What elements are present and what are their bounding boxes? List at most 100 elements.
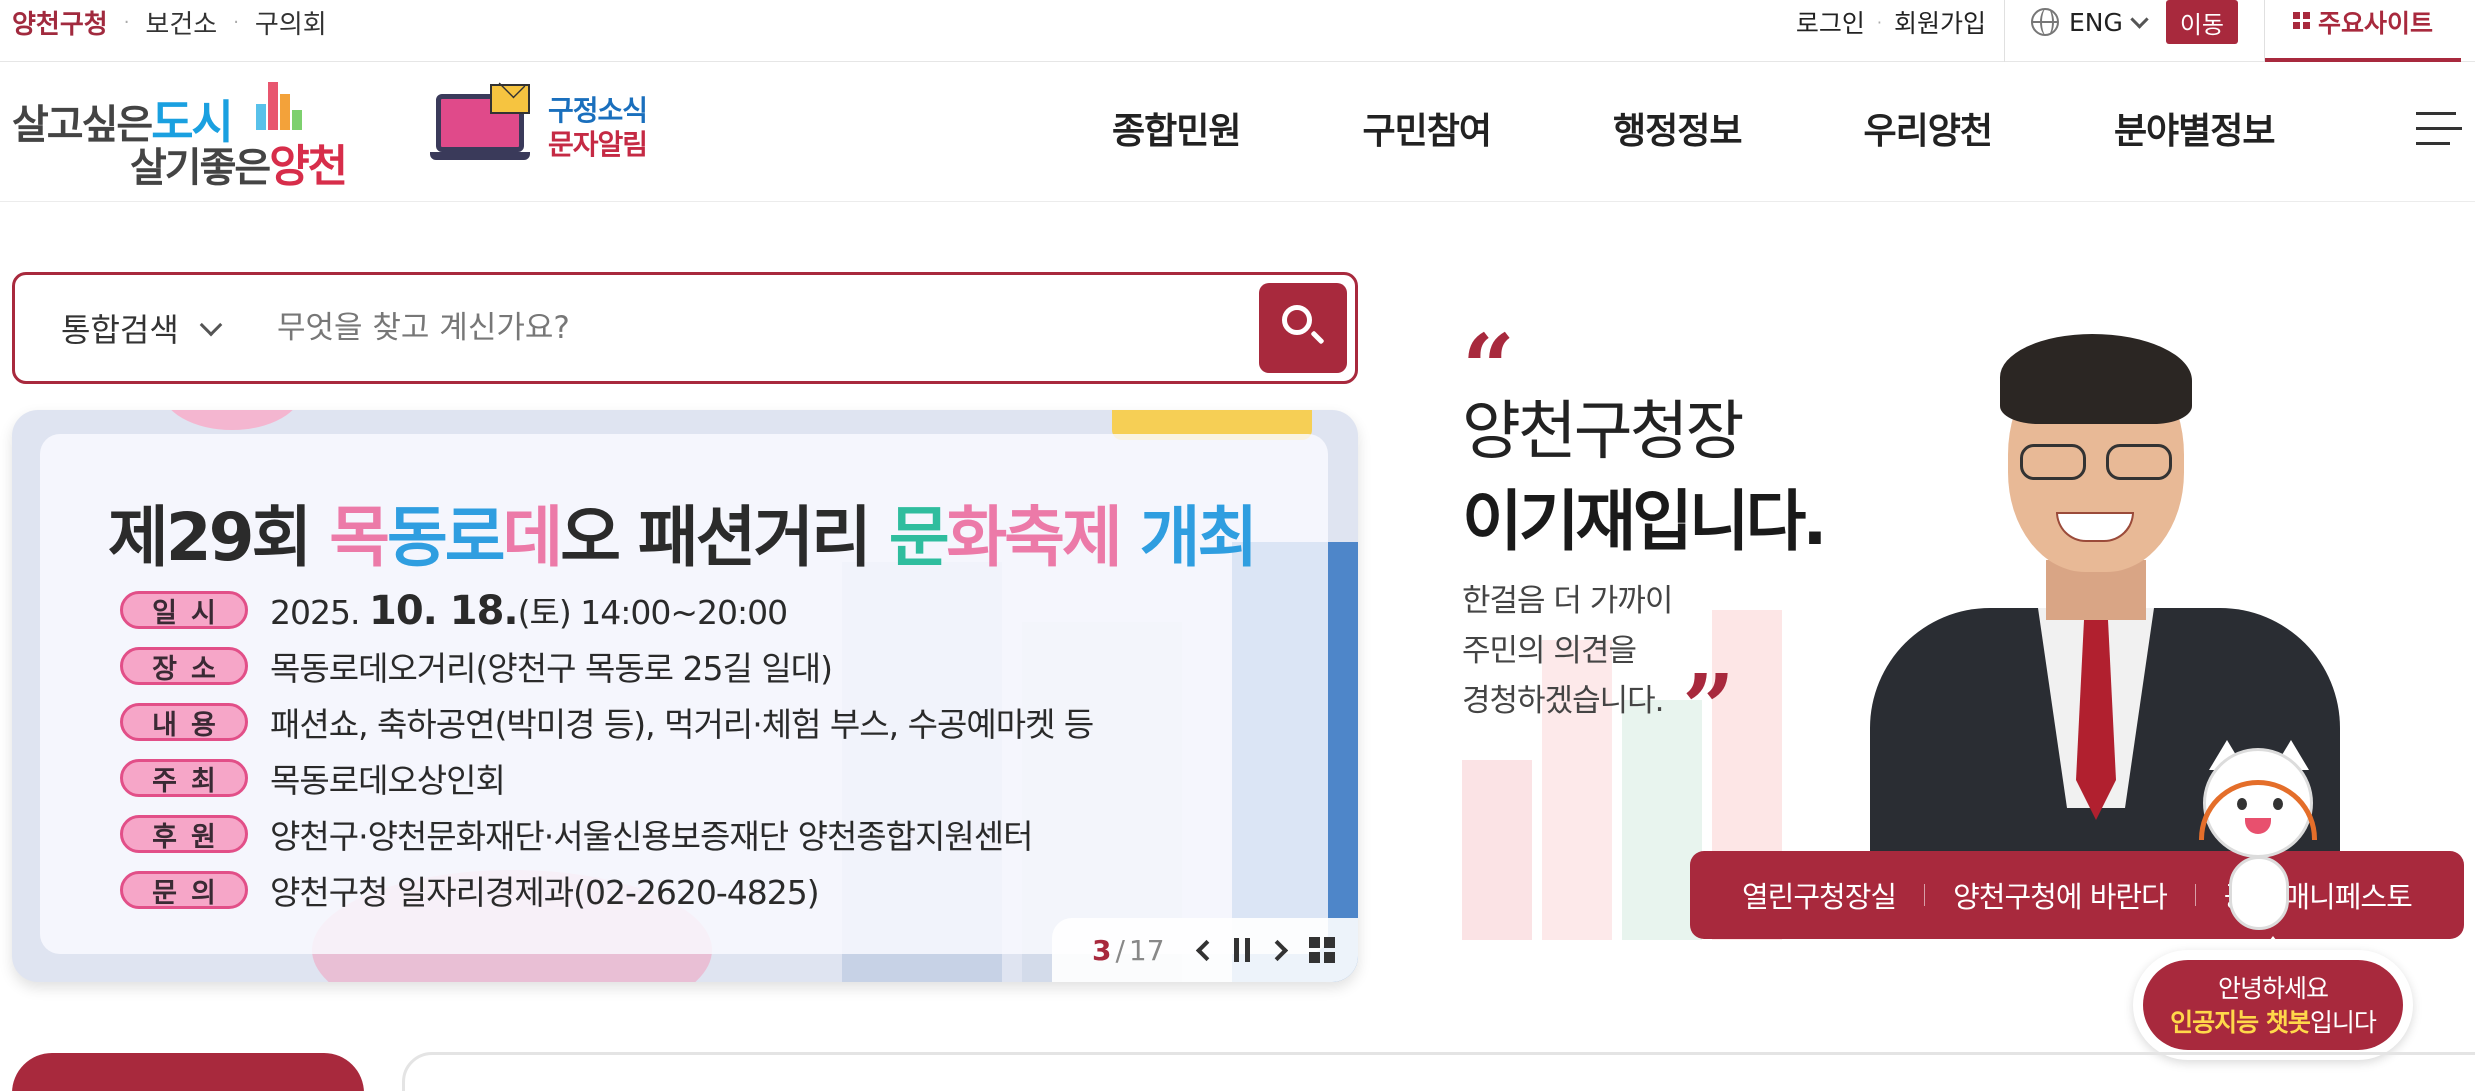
menu-icon[interactable] <box>2416 110 2462 146</box>
chatbot-greeting: 안녕하세요 <box>2217 974 2329 1003</box>
grid-icon <box>2292 12 2310 29</box>
info-row-place: 장소 목동로데오거리(양천구 목동로 25길 일대) <box>120 646 833 688</box>
chatbot-body <box>2229 856 2289 930</box>
link-health-center[interactable]: 보건소 <box>145 4 217 41</box>
section-tab[interactable] <box>12 1053 364 1091</box>
nav-our-yangcheon[interactable]: 우리양천 <box>1863 102 1992 154</box>
info-value: 목동로데오상인회 <box>270 761 506 800</box>
title-char: 화 <box>946 499 1008 576</box>
sms-news-banner[interactable]: 구정소식 문자알림 <box>430 82 656 182</box>
nav-admin-info[interactable]: 행정정보 <box>1613 102 1742 154</box>
title-char: 오 <box>560 499 621 576</box>
info-row-inquiry: 문의 양천구청 일자리경제과(02-2620-4825) <box>120 870 820 912</box>
main-sites-button[interactable]: 주요사이트 <box>2265 0 2461 62</box>
mayor-message-line: 한걸음 더 가까이 <box>1462 583 1673 619</box>
info-label: 후원 <box>120 815 248 853</box>
globe-icon <box>2030 8 2059 36</box>
nav-field-info[interactable]: 분야별정보 <box>2114 102 2276 154</box>
info-value: 패션쇼, 축하공연(박미경 등), 먹거리·체험 부스, 수공예마켓 등 <box>270 705 1094 744</box>
info-row-host: 주최 목동로데오상인회 <box>120 758 506 800</box>
mayor-message-line: 주민의 의견을 <box>1462 633 1637 669</box>
family-site-links: 양천구청 · 보건소 · 구의회 <box>12 0 327 44</box>
ai-chatbot-widget[interactable]: 안녕하세요 인공지능 챗봇입니다 <box>2133 740 2413 1060</box>
integrated-search: 통합검색 <box>12 272 1358 384</box>
glasses <box>2020 444 2174 480</box>
info-value: 양천구청 일자리경제과(02-2620-4825) <box>270 873 820 912</box>
chevron-down-icon <box>199 313 223 337</box>
site-header: 살고싶은도시 살기좋은양천 구정소식 문자알림 종합민원 구민참여 행정정보 우… <box>0 62 2475 202</box>
divider <box>1924 884 1926 906</box>
separator-dot: · <box>1876 12 1882 32</box>
link-district-council[interactable]: 구의회 <box>255 4 327 41</box>
slide-total: 17 <box>1128 933 1165 967</box>
banner-title: 제29회 목동로데오 패션거리 문화축제 개최 <box>108 484 1258 580</box>
mayor-title-line1: 양천구청장 <box>1462 395 1744 469</box>
title-char: 제 <box>1062 499 1123 576</box>
chatbot-bubble[interactable]: 안녕하세요 인공지능 챗봇입니다 <box>2133 950 2413 1060</box>
quote-close-icon: ” <box>1682 654 1735 762</box>
background-shape <box>162 410 302 430</box>
main-sites-label: 주요사이트 <box>2317 9 2433 38</box>
next-slide-icon[interactable] <box>1266 939 1288 961</box>
search-scope-value: 통합검색 <box>61 311 179 349</box>
view-all-icon[interactable] <box>1308 937 1335 963</box>
open-mayor-office-link[interactable]: 열린구청장실 <box>1742 874 1897 916</box>
title-text: 패션거리 <box>637 499 872 576</box>
language-select[interactable]: ENG <box>2005 0 2162 44</box>
chatbot-intro: 인공지능 챗봇입니다 <box>2143 1006 2403 1040</box>
nav-civil-service[interactable]: 종합민원 <box>1112 102 1241 154</box>
chevron-down-icon <box>2130 9 2149 29</box>
value-part: 2025. <box>270 593 360 632</box>
chatbot-message: 안녕하세요 인공지능 챗봇입니다 <box>2143 960 2403 1050</box>
language-value: ENG <box>2068 7 2123 37</box>
info-label: 주최 <box>120 759 248 797</box>
utility-bar: 양천구청 · 보건소 · 구의회 로그인 · 회원가입 ENG 이동 주요사이트 <box>0 0 2475 62</box>
separator-dot: · <box>123 11 130 33</box>
sms-line2: 문자알림 <box>548 128 648 161</box>
chatbot-highlight: 인공지능 챗봇 <box>2170 1008 2311 1037</box>
nav-participation[interactable]: 구민참여 <box>1362 102 1491 154</box>
title-char: 축 <box>1004 499 1065 576</box>
info-row-datetime: 일시 2025. 10. 18.(토) 14:00~20:00 <box>120 588 788 634</box>
logo-text: 살기좋은 <box>130 145 271 191</box>
mayor-title-line2: 이기재입니다. <box>1462 483 1827 560</box>
logo-accent-red: 양천 <box>269 141 348 192</box>
search-button[interactable] <box>1259 283 1347 373</box>
yangcheon-logo[interactable]: 살고싶은도시 살기좋은양천 <box>12 82 362 192</box>
info-value: 목동로데오거리(양천구 목동로 25길 일대) <box>270 649 833 688</box>
link-yangcheon-office[interactable]: 양천구청 <box>12 4 108 41</box>
title-char: 데 <box>502 499 563 576</box>
info-label: 내용 <box>120 703 248 741</box>
search-input[interactable] <box>277 301 1177 355</box>
title-char: 로 <box>444 499 506 576</box>
info-value: 2025. 10. 18.(토) 14:00~20:00 <box>270 586 788 634</box>
search-scope-select[interactable]: 통합검색 <box>61 275 223 381</box>
sms-text: 구정소식 문자알림 <box>548 94 648 162</box>
hair <box>2000 334 2192 424</box>
slide-current: 3 <box>1092 933 1112 967</box>
main-visual-slider[interactable]: 제29회 목동로데오 패션거리 문화축제 개최 일시 2025. 10. 18.… <box>12 410 1358 982</box>
value-part: (토) 14:00~20:00 <box>517 593 788 632</box>
section-content-box <box>402 1052 2475 1091</box>
signup-link[interactable]: 회원가입 <box>1894 4 1986 40</box>
building-icon <box>256 80 306 130</box>
separator-dot: · <box>233 11 239 33</box>
title-char: 문 <box>888 499 950 576</box>
slide-separator: / <box>1115 933 1125 967</box>
chatbot-eye <box>2237 798 2247 810</box>
prev-slide-icon[interactable] <box>1195 939 1217 961</box>
language-go-button[interactable]: 이동 <box>2165 0 2238 44</box>
info-row-content: 내용 패션쇼, 축하공연(박미경 등), 먹거리·체험 부스, 수공예마켓 등 <box>120 702 1094 744</box>
pause-icon[interactable] <box>1233 938 1250 962</box>
main-navigation: 종합민원 구민참여 행정정보 우리양천 분야별정보 <box>1112 102 2276 154</box>
chatbot-eye <box>2273 798 2283 810</box>
envelope-icon <box>490 84 530 114</box>
title-text: 제29회 <box>108 499 312 576</box>
title-char: 목 <box>329 499 390 576</box>
title-char: 동 <box>387 499 448 576</box>
mayor-message-line: 경청하겠습니다. <box>1462 683 1665 719</box>
title-text: 개최 <box>1139 499 1258 576</box>
logo-line2: 살기좋은양천 <box>130 130 348 194</box>
slider-controls: 3 / 17 <box>1052 918 1358 982</box>
login-link[interactable]: 로그인 <box>1796 4 1865 40</box>
